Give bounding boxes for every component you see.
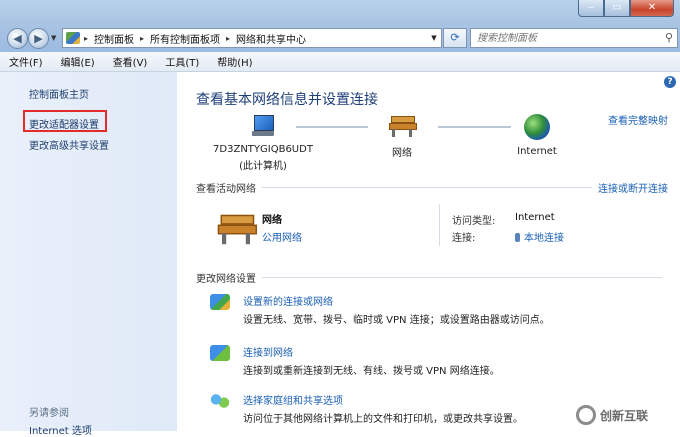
active-network-name: 网络: [262, 215, 282, 226]
menu-edit[interactable]: 编辑(E): [52, 54, 104, 69]
search-box[interactable]: ⚲: [470, 28, 678, 48]
task-new-connection-desc: 设置无线、宽带、拨号、临时或 VPN 连接；或设置路由器或访问点。: [243, 315, 550, 326]
task-new-connection-link[interactable]: 设置新的连接或网络: [243, 293, 333, 308]
view-full-map-link[interactable]: 查看完整映射: [608, 112, 668, 127]
window-controls: ‒ ▭ ✕: [578, 0, 674, 17]
sidebar-item-advanced-sharing[interactable]: 更改高级共享设置: [29, 137, 109, 152]
see-also-heading: 另请参阅: [29, 408, 69, 419]
watermark: 创新互联: [576, 403, 676, 427]
breadcrumb-separator-icon: ▸: [140, 33, 145, 43]
menu-tools[interactable]: 工具(T): [156, 54, 208, 69]
minimize-button[interactable]: ‒: [578, 0, 604, 17]
menu-help[interactable]: 帮助(H): [208, 54, 261, 69]
watermark-text: 创新互联: [600, 408, 649, 423]
sidebar-item-home[interactable]: 控制面板主页: [29, 86, 89, 101]
title-bar: ‒ ▭ ✕ ◀ ▶ ▼ ▸ 控制面板 ▸ 所有控制面板项 ▸ 网络和共享中心 ▼…: [0, 0, 680, 52]
vertical-divider: [439, 204, 440, 246]
refresh-button[interactable]: ⟳: [443, 28, 467, 48]
breadcrumb-separator-icon: ▸: [84, 33, 89, 43]
computer-node: 7D3ZNTYGIQB6UDT (此计算机): [203, 114, 323, 172]
address-bar[interactable]: ▸ 控制面板 ▸ 所有控制面板项 ▸ 网络和共享中心 ▼: [62, 28, 442, 48]
access-type-value: Internet: [515, 212, 555, 223]
address-dropdown-icon[interactable]: ▼: [427, 34, 441, 42]
menu-file[interactable]: 文件(F): [0, 54, 52, 69]
bench-icon: [387, 114, 417, 138]
breadcrumb-separator-icon: ▸: [226, 33, 231, 43]
active-network-icon: [215, 212, 257, 245]
main-content: ? 查看基本网络信息并设置连接 查看完整映射 7D3ZNTYGIQB6UDT (…: [177, 72, 680, 431]
internet-node-label: Internet: [517, 146, 557, 157]
back-button[interactable]: ◀: [7, 28, 28, 49]
public-network-link[interactable]: 公用网络: [262, 229, 302, 244]
search-icon[interactable]: ⚲: [665, 31, 673, 44]
close-button[interactable]: ✕: [630, 0, 674, 17]
forward-button[interactable]: ▶: [28, 28, 49, 49]
bench-icon: [215, 212, 257, 246]
network-node[interactable]: 网络: [372, 114, 432, 159]
new-connection-icon: [210, 294, 230, 310]
section-divider: [262, 187, 592, 188]
help-icon[interactable]: ?: [664, 76, 676, 88]
breadcrumb-network-center[interactable]: 网络和共享中心: [236, 31, 306, 46]
maximize-button[interactable]: ▭: [604, 0, 630, 17]
menu-view[interactable]: 查看(V): [104, 54, 157, 69]
globe-icon: [524, 114, 550, 140]
connect-disconnect-link[interactable]: 连接或断开连接: [598, 180, 668, 195]
page-title: 查看基本网络信息并设置连接: [196, 92, 378, 108]
control-panel-icon: [66, 32, 80, 44]
section-divider: [262, 277, 662, 278]
change-settings-header: 更改网络设置: [196, 270, 668, 285]
computer-sub-label: (此计算机): [239, 161, 287, 172]
computer-name: 7D3ZNTYGIQB6UDT: [213, 144, 313, 155]
computer-icon: [250, 114, 276, 138]
breadcrumb-all-items[interactable]: 所有控制面板项: [150, 31, 220, 46]
menu-bar: 文件(F) 编辑(E) 查看(V) 工具(T) 帮助(H): [0, 52, 680, 72]
ethernet-icon: [515, 233, 520, 242]
task-connect-network-desc: 连接到或重新连接到无线、有线、拨号或 VPN 网络连接。: [243, 366, 500, 377]
change-settings-title: 更改网络设置: [196, 274, 256, 285]
connections-label: 连接:: [452, 233, 476, 244]
network-node-label: 网络: [392, 148, 412, 159]
connect-network-icon: [210, 345, 230, 361]
task-connect-network-link[interactable]: 连接到网络: [243, 344, 293, 359]
sidebar-item-internet-options[interactable]: Internet 选项: [29, 422, 92, 437]
local-connection-link[interactable]: 本地连接: [515, 229, 564, 244]
local-connection-text: 本地连接: [524, 233, 564, 244]
task-homegroup-link[interactable]: 选择家庭组和共享选项: [243, 392, 343, 407]
breadcrumb-control-panel[interactable]: 控制面板: [94, 31, 134, 46]
access-type-label: 访问类型:: [452, 216, 496, 227]
task-homegroup-desc: 访问位于其他网络计算机上的文件和打印机，或更改共享设置。: [243, 414, 523, 425]
active-networks-title: 查看活动网络: [196, 184, 256, 195]
active-networks-header: 查看活动网络 连接或断开连接: [196, 180, 668, 195]
internet-node[interactable]: Internet: [502, 114, 572, 157]
history-dropdown-icon[interactable]: ▼: [51, 34, 56, 42]
search-input[interactable]: [471, 29, 663, 47]
highlight-box: [23, 110, 107, 132]
homegroup-icon: [210, 393, 230, 409]
connection-line: [438, 126, 511, 128]
watermark-logo-icon: [576, 405, 596, 425]
